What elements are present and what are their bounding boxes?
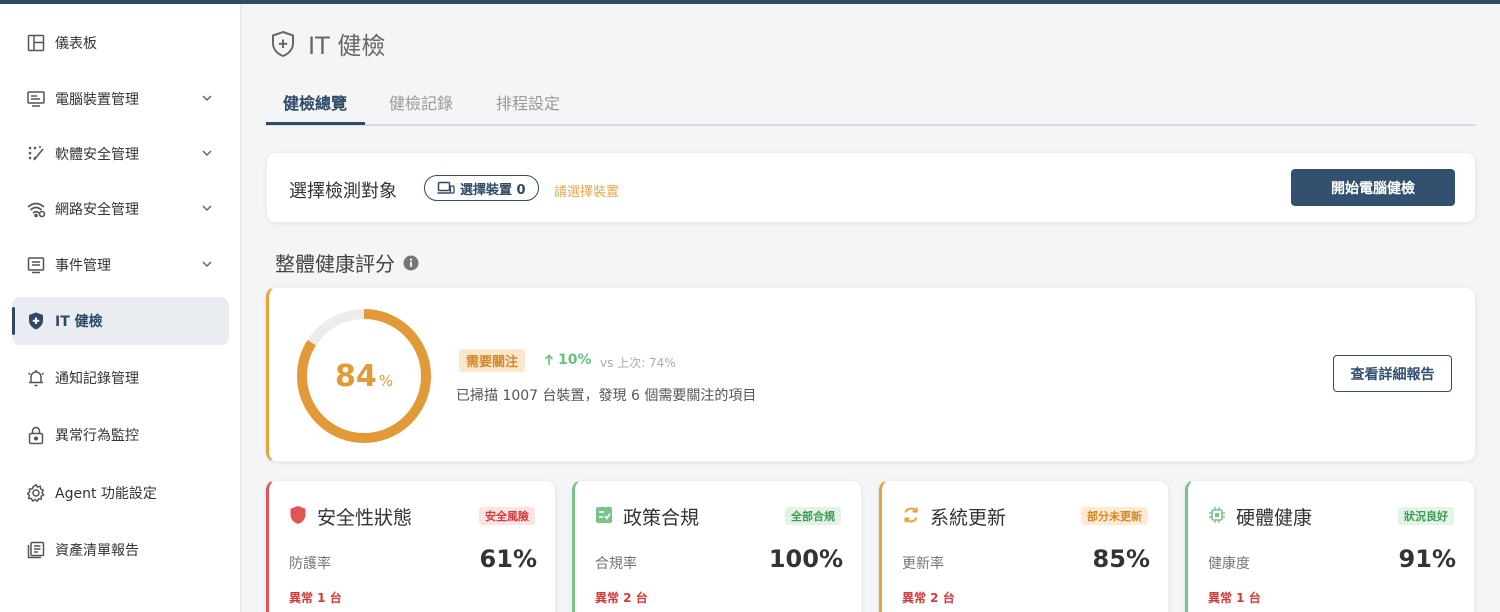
bell-icon (25, 367, 47, 389)
page-title-text: IT 健檢 (308, 32, 386, 60)
metric-alert: 異常 2 台 (595, 591, 648, 605)
score-value: 84 (334, 358, 377, 394)
sidebar-item-label: 電腦裝置管理 (55, 92, 139, 108)
info-icon[interactable] (403, 255, 419, 271)
sidebar-item-label: 資產清單報告 (55, 543, 139, 559)
metric-alert: 異常 2 台 (902, 591, 955, 605)
metric-label: 健康度 (1208, 556, 1250, 572)
metric-badge: 狀況良好 (1398, 507, 1454, 525)
target-label: 選擇檢測對象 (289, 181, 397, 202)
sidebar-item-computer-management[interactable]: 電腦裝置管理 (12, 75, 229, 123)
metric-label: 更新率 (902, 556, 944, 572)
wifi-icon (25, 198, 47, 220)
metric-value: 100% (768, 545, 843, 573)
sidebar-item-label: 異常行為監控 (55, 428, 139, 444)
shield-icon (290, 506, 306, 524)
tab-schedule[interactable]: 排程設定 (496, 90, 560, 126)
sidebar-item-dashboard[interactable]: 儀表板 (12, 19, 229, 67)
chevron-down-icon (202, 261, 212, 268)
sidebar-item-software-security[interactable]: 軟體安全管理 (12, 130, 229, 178)
status-badge: 需要關注 (459, 349, 526, 372)
dashboard-icon (25, 32, 47, 54)
score-unit: % (378, 372, 393, 390)
scan-summary: 已掃描 1007 台裝置，發現 6 個需要關注的項目 (456, 388, 757, 404)
metric-badge: 全部合規 (785, 507, 841, 525)
devices-icon (437, 181, 455, 194)
metric-label: 防護率 (289, 556, 331, 572)
metric-card-security[interactable]: 安全性狀態 安全風險 防護率 61% 異常 1 台 (266, 480, 556, 612)
metric-title: 硬體健康 (1236, 507, 1313, 529)
metric-title: 系統更新 (930, 507, 1007, 529)
page-title: IT 健檢 (270, 26, 385, 61)
metric-value: 61% (479, 545, 537, 573)
sidebar-item-it-health-check[interactable]: IT 健檢 (12, 297, 229, 345)
magic-icon (25, 143, 47, 165)
start-health-check-button[interactable]: 開始電腦健檢 (1291, 169, 1455, 206)
score-readout: 84 % (294, 306, 434, 446)
computer-icon (25, 88, 47, 110)
metric-title: 安全性狀態 (317, 507, 413, 529)
sidebar-item-label: 通知記錄管理 (55, 371, 139, 387)
sidebar-item-label: Agent 功能設定 (55, 486, 157, 502)
metric-title: 政策合規 (623, 507, 700, 529)
sidebar-item-asset-report[interactable]: 資產清單報告 (12, 526, 229, 574)
chevron-down-icon (202, 95, 212, 102)
refresh-icon (904, 507, 918, 523)
metric-alert: 異常 1 台 (1208, 591, 1261, 605)
sidebar-item-label: 事件管理 (55, 258, 111, 274)
previous-score: vs 上次: 74% (600, 356, 676, 370)
target-selection-card: 選擇檢測對象 選擇裝置 0 請選擇裝置 開始電腦健檢 (266, 152, 1476, 223)
overall-score-card: 84 % 需要關注 10% vs 上次: 74% 已掃描 1007 台裝置，發現… (266, 287, 1476, 462)
shield-plus-icon (272, 30, 294, 57)
metric-label: 合規率 (595, 556, 637, 572)
checklist-icon (596, 507, 612, 523)
main-content: IT 健檢 健檢總覽 健檢記錄 排程設定 選擇檢測對象 選擇裝置 0 請選擇裝置… (242, 4, 1500, 612)
select-device-label: 選擇裝置 0 (460, 182, 526, 198)
tab-bar: 健檢總覽 健檢記錄 排程設定 (266, 84, 1476, 126)
sidebar-item-label: 網路安全管理 (55, 202, 139, 218)
sidebar-item-label: IT 健檢 (55, 314, 103, 330)
metric-alert: 異常 1 台 (289, 591, 342, 605)
sidebar-item-notification-log[interactable]: 通知記錄管理 (12, 354, 229, 402)
metric-value: 85% (1092, 545, 1150, 573)
chevron-down-icon (202, 150, 212, 157)
sidebar-item-label: 儀表板 (55, 36, 97, 52)
metric-badge: 安全風險 (479, 507, 535, 525)
metric-card-compliance[interactable]: 政策合規 全部合規 合規率 100% 異常 2 台 (572, 480, 862, 612)
score-section-title-text: 整體健康評分 (275, 252, 395, 276)
sidebar-item-agent-settings[interactable]: Agent 功能設定 (12, 469, 229, 517)
score-section-title: 整體健康評分 (275, 248, 419, 277)
sidebar-item-event-management[interactable]: 事件管理 (12, 241, 229, 289)
metric-value: 91% (1398, 545, 1456, 573)
metric-card-hardware-health[interactable]: 硬體健康 狀況良好 健康度 91% 異常 1 台 (1185, 480, 1475, 612)
arrow-up-icon (544, 354, 554, 365)
sidebar-item-anomaly-monitor[interactable]: 異常行為監控 (12, 411, 229, 459)
score-delta-value: 10% (558, 352, 592, 368)
sidebar-item-network-security[interactable]: 網路安全管理 (12, 185, 229, 233)
metric-badge: 部分未更新 (1081, 507, 1148, 525)
metric-card-system-update[interactable]: 系統更新 部分未更新 更新率 85% 異常 2 台 (879, 480, 1169, 612)
view-report-button[interactable]: 查看詳細報告 (1333, 355, 1452, 392)
tab-active-indicator (266, 122, 365, 125)
sidebar: 儀表板 電腦裝置管理 軟體安全管理 網路安全管理 事件管理 IT 健檢 通知記錄… (0, 4, 241, 612)
gear-icon (25, 482, 47, 504)
lock-icon (25, 424, 47, 446)
report-icon (25, 539, 47, 561)
tab-overview[interactable]: 健檢總覽 (283, 90, 347, 126)
chevron-down-icon (202, 205, 212, 212)
select-device-button[interactable]: 選擇裝置 0 (424, 175, 539, 201)
select-device-hint: 請選擇裝置 (554, 185, 620, 200)
tab-records[interactable]: 健檢記錄 (389, 90, 453, 126)
chip-icon (1209, 507, 1225, 523)
score-delta: 10% (544, 352, 592, 368)
sidebar-item-label: 軟體安全管理 (55, 147, 139, 163)
event-list-icon (25, 254, 47, 276)
shield-plus-icon (25, 310, 47, 332)
